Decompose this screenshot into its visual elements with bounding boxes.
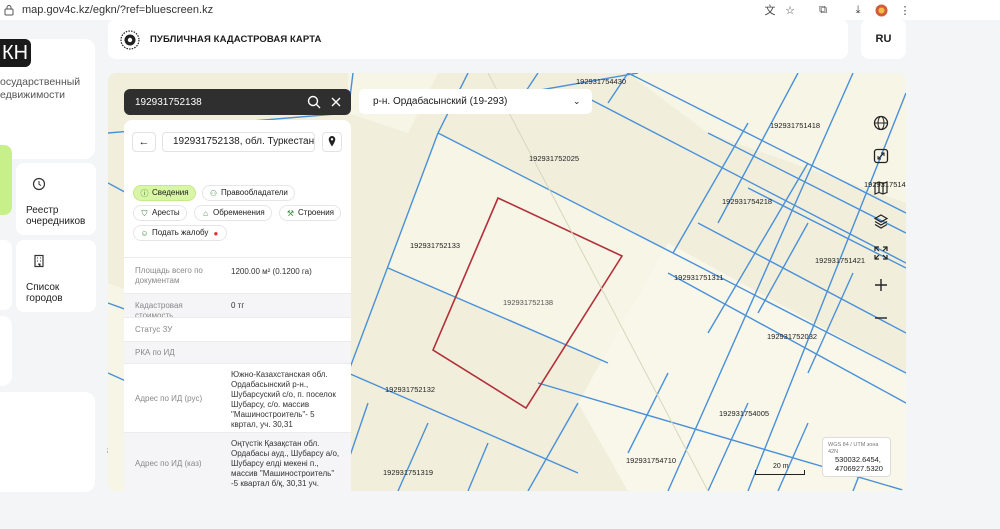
zoom-in-icon xyxy=(875,279,887,291)
tab-encumbrances[interactable]: ⌂ Обременения xyxy=(194,205,272,221)
field-cadastral-value: Кадастровая стоимость 0 тг xyxy=(124,293,351,320)
scale-line xyxy=(755,470,805,475)
parcel-label: 192931752032 xyxy=(767,332,818,341)
tab-buildings[interactable]: ⚒ Строения xyxy=(279,205,342,221)
sidebar-item-partial[interactable] xyxy=(0,316,12,386)
globe-icon xyxy=(873,115,889,131)
zoom-out-icon xyxy=(875,317,887,319)
field-rka: РКА по ИД xyxy=(124,341,351,363)
arrow-left-icon: ← xyxy=(138,136,150,148)
parcel-label: 192931752132 xyxy=(385,385,436,394)
complaint-icon: ☺ xyxy=(140,228,149,238)
parcel-label: 192931751311 xyxy=(674,273,724,282)
basemap-button[interactable] xyxy=(870,177,892,199)
parcel-label: 192931754430 xyxy=(576,77,627,86)
clear-search-icon[interactable] xyxy=(329,95,343,109)
field-label: Статус ЗУ xyxy=(135,325,173,334)
map-pin-icon xyxy=(328,136,336,147)
language-switch[interactable]: RU xyxy=(861,19,906,59)
tab-info[interactable]: ⓘ Сведения xyxy=(133,185,196,201)
zoom-out-button[interactable] xyxy=(870,307,892,329)
profile-avatar-icon[interactable] xyxy=(873,2,889,18)
district-value: р-н. Ордабасынский (19-293) xyxy=(373,96,508,107)
warning-icon: ● xyxy=(213,228,219,238)
parcel-label: 192931754005 xyxy=(719,409,770,418)
field-value: 1200.00 м² (0.1200 га) xyxy=(231,267,312,276)
bookmark-star-icon[interactable]: ☆ xyxy=(782,2,798,18)
projection-label: WGS 84 / UTM зона 42N xyxy=(828,442,879,455)
field-label: Адрес по ИД (каз) xyxy=(135,459,202,468)
back-button[interactable]: ← xyxy=(132,132,156,152)
expand-button[interactable] xyxy=(870,242,892,264)
search-input[interactable]: 192931752138 xyxy=(124,89,351,115)
shield-icon: ⛉ xyxy=(141,208,148,218)
users-icon: ⚇ xyxy=(209,188,218,198)
browser-menu-icon[interactable]: ⋮ xyxy=(897,2,913,18)
field-status: Статус ЗУ xyxy=(124,317,351,341)
scale-label: 20 m xyxy=(773,463,789,470)
site-info-icon[interactable] xyxy=(4,4,14,16)
fullscreen-icon xyxy=(873,148,889,164)
brand-logo: КН xyxy=(0,39,31,67)
sidebar-item-label: Реестр очередников xyxy=(26,205,86,227)
translate-icon[interactable]: 文 xyxy=(762,2,778,18)
tab-rightholders[interactable]: ⚇ Правообладатели xyxy=(202,185,295,201)
download-icon[interactable]: ⤓ xyxy=(850,2,866,18)
parcel-label: 192931754710 xyxy=(626,456,677,465)
field-label: Адрес по ИД (рус) xyxy=(135,394,203,403)
emblem-icon xyxy=(120,30,140,50)
zoom-in-button[interactable] xyxy=(870,274,892,296)
extensions-icon[interactable]: ⧉ xyxy=(815,2,831,18)
expand-icon xyxy=(874,246,888,260)
parcel-label: 192931751421 xyxy=(815,256,866,265)
parcel-label-selected: 192931752138 xyxy=(503,298,554,307)
layers-icon xyxy=(873,214,889,229)
info-icon: ⓘ xyxy=(140,188,149,198)
field-address-rus: Адрес по ИД (рус) Южно-Казахстанская обл… xyxy=(124,363,351,432)
field-label: РКА по ИД xyxy=(135,348,175,357)
field-label: Площадь всего по документам xyxy=(135,266,203,285)
scale-bar: 20 m xyxy=(755,463,805,477)
page-title: ПУБЛИЧНАЯ КАДАСТРОВАЯ КАРТА xyxy=(150,34,322,45)
url-text[interactable]: map.gov4c.kz/egkn/?ref=bluescreen.kz xyxy=(22,4,213,16)
layers-button[interactable] xyxy=(870,210,892,232)
page-header: ПУБЛИЧНАЯ КАДАСТРОВАЯ КАРТА xyxy=(108,19,848,59)
building-icon xyxy=(32,254,46,268)
sidebar-bottom-card xyxy=(0,392,95,492)
parcel-title: 192931752138, обл. Туркестанская xyxy=(162,132,315,152)
parcel-label: 192931751418 xyxy=(770,121,821,130)
field-value: Южно-Казахстанская обл. Ордабасынский р-… xyxy=(231,370,336,429)
sidebar-item-city-list[interactable]: Список городов xyxy=(16,240,96,312)
parcel-label: 192931751319 xyxy=(383,468,434,477)
search-value[interactable]: 192931752138 xyxy=(135,97,202,108)
parcel-label: 192931752025 xyxy=(529,154,580,163)
coordinate-values: 530032.6454, 4706927.5320 xyxy=(835,455,883,473)
field-value: Оңтүстік Қазақстан обл. Ордабасы ауд., Ш… xyxy=(231,439,340,488)
brand-text: осударственный едвижимости xyxy=(0,76,81,101)
tab-arrests[interactable]: ⛉ Аресты xyxy=(133,205,187,221)
fullscreen-button[interactable] xyxy=(870,145,892,167)
sidebar-active-item[interactable] xyxy=(0,145,12,215)
map-icon xyxy=(874,181,888,195)
clock-icon xyxy=(32,177,46,191)
globe-button[interactable] xyxy=(870,112,892,134)
hammer-icon: ⚒ xyxy=(286,208,295,218)
search-icon[interactable] xyxy=(307,95,321,109)
sidebar-item-placeholder xyxy=(0,240,12,310)
parcel-label: 192931754218 xyxy=(722,197,773,206)
parcel-label: 192931752133 xyxy=(410,241,461,250)
district-select[interactable]: р-н. Ордабасынский (19-293) ⌄ xyxy=(359,89,592,114)
locate-parcel-button[interactable] xyxy=(322,132,342,152)
field-area: Площадь всего по документам 1200.00 м² (… xyxy=(124,257,351,293)
sidebar-item-queue-registry[interactable]: Реестр очередников xyxy=(16,163,96,235)
chevron-down-icon: ⌄ xyxy=(573,96,581,106)
parcel-info-panel: ← 192931752138, обл. Туркестанская ⓘСвед… xyxy=(124,120,351,493)
sidebar-item-label: Список городов xyxy=(26,282,63,304)
browser-url-bar[interactable]: map.gov4c.kz/egkn/?ref=bluescreen.kz 文 ☆… xyxy=(0,0,920,20)
coordinate-readout: WGS 84 / UTM зона 42N 530032.6454, 470692… xyxy=(822,437,891,477)
field-address-kaz: Адрес по ИД (каз) Оңтүстік Қазақстан обл… xyxy=(124,432,351,493)
submit-complaint-button[interactable]: ☺ Подать жалобу ● xyxy=(133,225,228,241)
bank-icon: ⌂ xyxy=(203,208,208,218)
field-value: 0 тг xyxy=(231,301,245,310)
